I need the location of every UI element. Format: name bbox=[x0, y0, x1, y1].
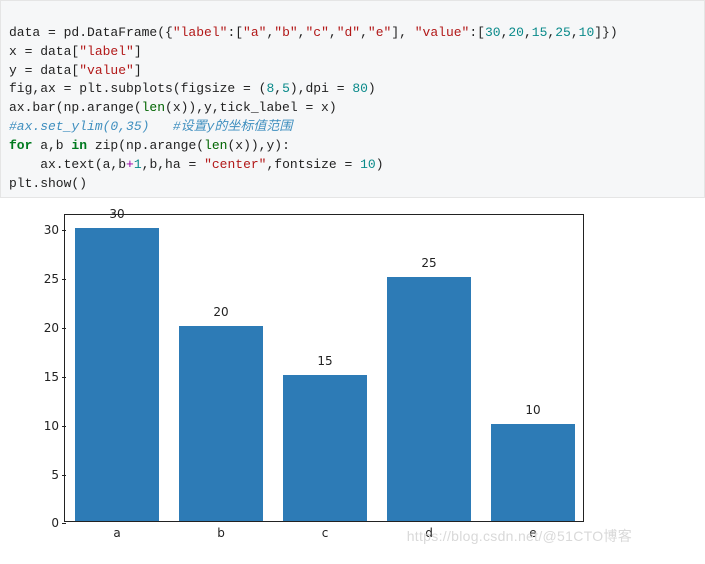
bar-value-label: 25 bbox=[399, 256, 459, 270]
xtick: a bbox=[87, 521, 147, 540]
code-line-8: ax.text(a,b+1,b,ha = "center",fontsize =… bbox=[9, 157, 384, 172]
xtick: e bbox=[503, 521, 563, 540]
chart: 05101520253030a20b15c25d10e https://blog… bbox=[6, 204, 646, 564]
ytick: 25 bbox=[44, 272, 65, 286]
bar-value-label: 15 bbox=[295, 354, 355, 368]
ytick: 15 bbox=[44, 370, 65, 384]
code-line-5: ax.bar(np.arange(len(x)),y,tick_label = … bbox=[9, 100, 337, 115]
code-block: data = pd.DataFrame({"label":["a","b","c… bbox=[0, 0, 705, 198]
code-line-7: for a,b in zip(np.arange(len(x)),y): bbox=[9, 138, 290, 153]
ytick: 30 bbox=[44, 223, 65, 237]
ytick: 5 bbox=[51, 468, 65, 482]
code-line-9: plt.show() bbox=[9, 176, 87, 191]
ytick: 10 bbox=[44, 419, 65, 433]
bar bbox=[75, 228, 158, 521]
bar bbox=[179, 326, 262, 522]
xtick: d bbox=[399, 521, 459, 540]
code-line-4: fig,ax = plt.subplots(figsize = (8,5),dp… bbox=[9, 81, 376, 96]
ytick: 20 bbox=[44, 321, 65, 335]
bar bbox=[491, 424, 574, 522]
bar-value-label: 30 bbox=[87, 207, 147, 221]
bar-value-label: 10 bbox=[503, 403, 563, 417]
chart-axes: 05101520253030a20b15c25d10e bbox=[64, 214, 584, 522]
xtick: b bbox=[191, 521, 251, 540]
code-line-3: y = data["value"] bbox=[9, 63, 142, 78]
xtick: c bbox=[295, 521, 355, 540]
ytick: 0 bbox=[51, 516, 65, 530]
bar bbox=[283, 375, 366, 522]
bar-value-label: 20 bbox=[191, 305, 251, 319]
bar bbox=[387, 277, 470, 521]
code-line-1: data = pd.DataFrame({"label":["a","b","c… bbox=[9, 25, 618, 40]
code-line-2: x = data["label"] bbox=[9, 44, 142, 59]
code-line-6: #ax.set_ylim(0,35) #设置y的坐标值范围 bbox=[9, 119, 292, 134]
